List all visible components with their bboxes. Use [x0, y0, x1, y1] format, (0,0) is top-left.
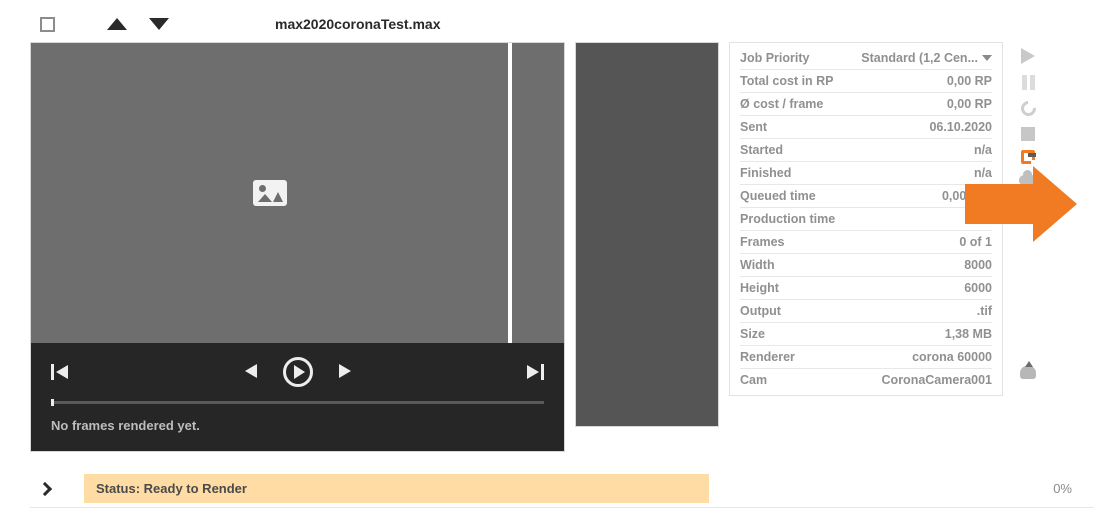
refresh-icon	[1017, 97, 1038, 118]
job-filename: max2020coronaTest.max	[275, 16, 441, 32]
info-value: 8000	[964, 258, 992, 272]
info-value: 0,00 min	[942, 189, 992, 203]
info-value: 6000	[964, 281, 992, 295]
open-output-button[interactable]	[1021, 150, 1035, 164]
upload-button[interactable]	[1018, 222, 1038, 372]
info-label: Frames	[740, 235, 784, 249]
info-label: Output	[740, 304, 781, 318]
pause-render-button[interactable]	[1018, 72, 1038, 92]
play-icon	[1021, 48, 1035, 64]
preview-status-text: No frames rendered yet.	[51, 418, 544, 433]
prev-frame-button[interactable]	[245, 364, 257, 381]
status-prefix: Status:	[96, 481, 144, 496]
job-info-panel: Job Priority Standard (1,2 Cen... Total …	[729, 42, 1003, 396]
chevron-down-icon	[982, 55, 992, 61]
next-frame-button[interactable]	[339, 364, 351, 381]
info-value: CoronaCamera001	[882, 373, 992, 387]
info-value: .tif	[977, 304, 992, 318]
status-value: Ready to Render	[144, 481, 247, 496]
cloud-sync-button[interactable]	[1018, 170, 1038, 190]
move-up-button[interactable]	[107, 18, 127, 30]
preview-canvas	[31, 43, 508, 343]
preview-side-strip	[512, 43, 564, 343]
info-value: 0,00 RP	[947, 97, 992, 111]
restart-render-button[interactable]	[1018, 98, 1038, 118]
render-preview-panel: No frames rendered yet.	[30, 42, 565, 452]
info-label: Job Priority	[740, 51, 809, 65]
info-label: Production time	[740, 212, 835, 226]
info-label: Width	[740, 258, 775, 272]
progress-percent: 0%	[1053, 481, 1072, 496]
info-value: 1,38 MB	[945, 327, 992, 341]
expand-status-button[interactable]	[38, 481, 52, 495]
secondary-preview-strip	[575, 42, 719, 427]
job-priority-dropdown[interactable]: Standard (1,2 Cen...	[861, 51, 992, 65]
move-down-button[interactable]	[149, 18, 169, 30]
info-value: n/a	[974, 143, 992, 157]
disk-icon	[1020, 198, 1036, 214]
info-label: Size	[740, 327, 765, 341]
cloud-icon	[1019, 175, 1037, 186]
info-label: Total cost in RP	[740, 74, 834, 88]
seek-bar[interactable]	[51, 401, 544, 404]
info-label: Height	[740, 281, 779, 295]
pause-icon	[1022, 75, 1035, 90]
job-titlebar: max2020coronaTest.max	[30, 16, 1094, 32]
status-bar: Status: Ready to Render	[84, 474, 709, 503]
info-label: Ø cost / frame	[740, 97, 823, 111]
info-value: 0 of 1	[959, 235, 992, 249]
first-frame-button[interactable]	[51, 364, 68, 380]
stop-icon	[1021, 127, 1035, 141]
info-value: n/a	[974, 166, 992, 180]
stop-render-button[interactable]	[1018, 124, 1038, 144]
info-value: corona 60000	[912, 350, 992, 364]
image-placeholder-icon	[253, 180, 287, 206]
info-value: 0,00 RP	[947, 74, 992, 88]
select-job-checkbox[interactable]	[40, 17, 55, 32]
info-label: Finished	[740, 166, 791, 180]
save-button[interactable]	[1018, 196, 1038, 216]
last-frame-button[interactable]	[527, 364, 544, 380]
start-render-button[interactable]	[1018, 46, 1038, 66]
job-action-toolbar	[1013, 42, 1043, 372]
info-label: Sent	[740, 120, 767, 134]
info-label: Started	[740, 143, 783, 157]
info-label: Renderer	[740, 350, 795, 364]
upload-icon	[1020, 366, 1036, 379]
play-button[interactable]	[283, 357, 313, 387]
info-label: Queued time	[740, 189, 816, 203]
info-label: Cam	[740, 373, 767, 387]
info-value: 06.10.2020	[929, 120, 992, 134]
